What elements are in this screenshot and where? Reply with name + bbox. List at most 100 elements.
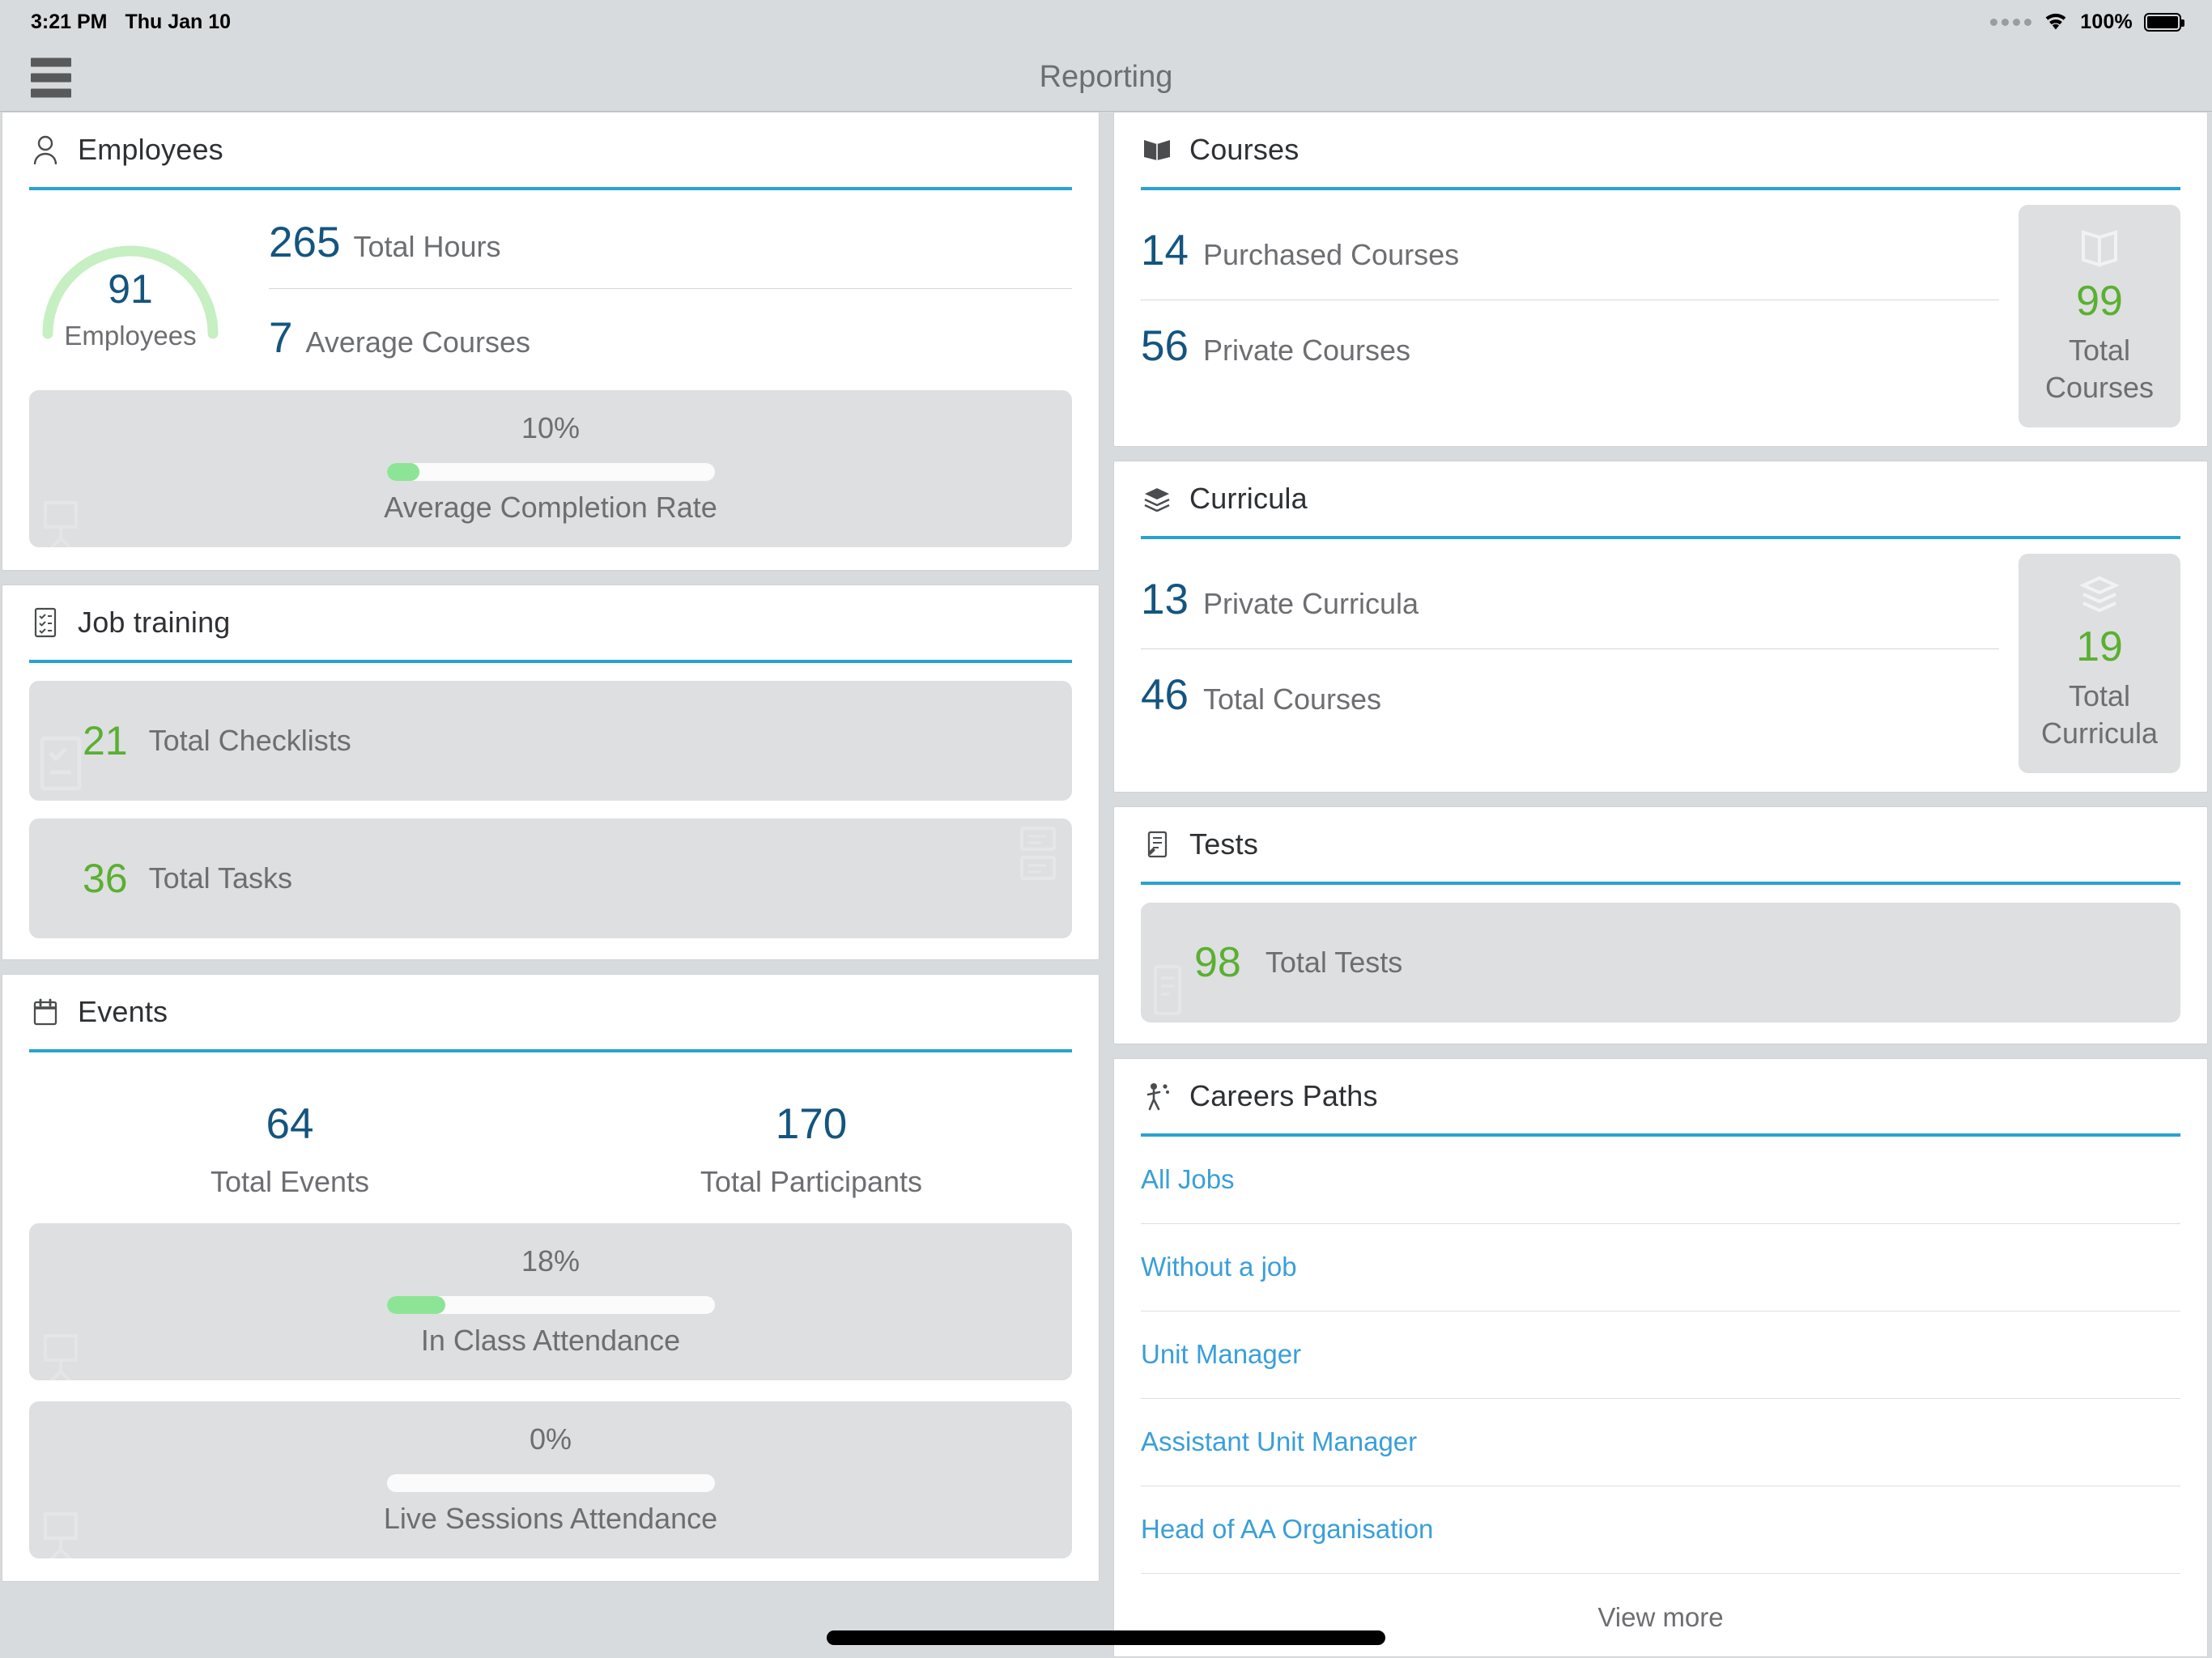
tile-label: Total Tasks	[148, 861, 293, 895]
progress-percent: 18%	[521, 1244, 581, 1278]
employees-gauge: 91 Employees	[29, 210, 232, 369]
right-column: Courses 14 Purchased Courses 56 Private …	[1113, 112, 2208, 1657]
tests-card-header: Tests	[1141, 807, 2180, 885]
total-tasks-tile: 36 Total Tasks	[29, 818, 1072, 938]
job-training-card-title: Job training	[78, 606, 231, 639]
total-participants-stat: 170 Total Participants	[551, 1099, 1072, 1199]
total-label-line2: Courses	[2044, 371, 2155, 405]
tests-card: Tests 98 Total Tests	[1113, 806, 2208, 1044]
employees-body: 91 Employees 265 Total Hours 7 Average C…	[29, 190, 1072, 377]
total-courses-row: 46 Total Courses	[1141, 649, 1999, 744]
employees-card: Employees 91 Employees 265 Total Hours 7…	[2, 112, 1100, 571]
stat-value: 56	[1141, 322, 1189, 370]
stat-label: Total Events	[210, 1165, 370, 1198]
tile-value: 98	[1194, 938, 1241, 986]
book-watermark-icon	[2075, 223, 2124, 277]
total-curricula-tile: 19 Total Curricula	[2018, 553, 2180, 774]
courses-card-header: Courses	[1141, 113, 2180, 190]
progress-percent: 10%	[521, 411, 581, 444]
stat-row-total-hours: 265 Total Hours	[269, 210, 1072, 289]
tile-label: Total Tests	[1265, 945, 1403, 979]
progress-caption: Live Sessions Attendance	[383, 1502, 718, 1535]
courses-body: 14 Purchased Courses 56 Private Courses	[1141, 190, 2180, 446]
layers-watermark-icon	[2076, 572, 2123, 623]
events-card-title: Events	[78, 995, 168, 1028]
home-indicator[interactable]	[0, 1630, 2212, 1645]
career-path-item[interactable]: Without a job	[1141, 1224, 2180, 1312]
layers-icon	[1141, 483, 1173, 515]
career-path-label: Without a job	[1141, 1252, 1297, 1282]
hamburger-menu-icon[interactable]	[31, 57, 71, 97]
job-training-body: 21 Total Checklists 36 Total Tasks	[29, 663, 1072, 959]
wifi-icon	[2043, 12, 2069, 32]
tests-card-title: Tests	[1189, 827, 1259, 861]
app-root: 3:21 PM Thu Jan 10 100% Reporting Employ…	[0, 0, 2212, 1658]
career-path-label: Assistant Unit Manager	[1141, 1426, 1418, 1457]
total-value: 99	[2076, 278, 2123, 325]
career-path-label: All Jobs	[1141, 1164, 1235, 1195]
career-path-label: Unit Manager	[1141, 1339, 1302, 1370]
stat-row-average-courses: 7 Average Courses	[269, 289, 1072, 369]
events-stats: 64 Total Events 170 Total Participants	[29, 1052, 1072, 1223]
total-label-line1: Total	[2068, 678, 2131, 712]
careers-paths-card-title: Careers Paths	[1189, 1078, 1378, 1112]
battery-percent: 100%	[2080, 10, 2133, 33]
progress-caption: In Class Attendance	[420, 1324, 681, 1357]
dashboard-content: Employees 91 Employees 265 Total Hours 7…	[0, 112, 2212, 1657]
courses-card-title: Courses	[1189, 133, 1300, 166]
stat-label: Private Curricula	[1202, 586, 1419, 620]
curricula-card-header: Curricula	[1141, 461, 2180, 539]
careers-paths-card: Careers Paths All Jobs Without a job Uni…	[1113, 1057, 2208, 1657]
stat-value: 64	[266, 1100, 314, 1148]
total-label-line1: Total	[2068, 334, 2131, 367]
events-card: Events 64 Total Events 170 Total Partici…	[2, 974, 1100, 1582]
events-progress-bars: 18% In Class Attendance 0% Live Sessions…	[29, 1223, 1072, 1581]
progress-percent: 0%	[529, 1422, 572, 1456]
stat-value: 170	[775, 1100, 848, 1148]
tasks-watermark-icon	[1015, 822, 1066, 895]
tile-value: 21	[83, 718, 128, 763]
progress-caption: Average Completion Rate	[384, 491, 717, 524]
career-path-item[interactable]: Assistant Unit Manager	[1141, 1399, 2180, 1486]
progress-bar	[386, 463, 715, 481]
courses-card: Courses 14 Purchased Courses 56 Private …	[1113, 112, 2208, 447]
stat-label: Purchased Courses	[1202, 238, 1460, 271]
stat-label: Private Courses	[1202, 334, 1411, 367]
job-training-card: Job training 21 Total Checklists 36 Tota…	[2, 585, 1100, 960]
stat-value: 13	[1141, 575, 1189, 623]
calendar-icon	[29, 996, 62, 1028]
gauge-value: 91	[108, 266, 153, 312]
career-path-item[interactable]: All Jobs	[1141, 1137, 2180, 1224]
progress-bar	[386, 1474, 715, 1492]
careers-paths-list: All Jobs Without a job Unit Manager Assi…	[1141, 1137, 2180, 1656]
job-training-card-header: Job training	[29, 585, 1072, 663]
stat-value: 46	[1141, 670, 1189, 719]
test-watermark-icon	[1146, 957, 1191, 1022]
total-checklists-tile: 21 Total Checklists	[29, 681, 1072, 801]
test-paper-icon	[1141, 828, 1173, 861]
status-bar: 3:21 PM Thu Jan 10 100%	[0, 0, 2212, 44]
employees-card-header: Employees	[29, 113, 1072, 190]
tile-label: Total Checklists	[148, 724, 351, 757]
career-path-item[interactable]: Head of AA Organisation	[1141, 1486, 2180, 1574]
stat-label: Average Courses	[305, 325, 530, 359]
private-courses-row: 56 Private Courses	[1141, 300, 1999, 395]
status-time: 3:21 PM	[31, 10, 108, 33]
stat-label: Total Courses	[1202, 682, 1382, 716]
private-curricula-row: 13 Private Curricula	[1141, 554, 1999, 649]
curricula-card-title: Curricula	[1189, 481, 1308, 515]
total-courses-tile: 99 Total Courses	[2018, 205, 2180, 428]
page-title: Reporting	[1039, 60, 1173, 94]
tile-value: 36	[83, 856, 128, 901]
career-path-item[interactable]: Unit Manager	[1141, 1312, 2180, 1399]
in-class-attendance-tile: 18% In Class Attendance	[29, 1223, 1072, 1380]
signal-dots-icon	[1990, 18, 2032, 26]
person-icon	[29, 134, 62, 166]
total-tests-tile: 98 Total Tests	[1141, 902, 2180, 1022]
stat-label: Total Hours	[353, 230, 501, 263]
checklist-icon	[29, 606, 62, 639]
total-value: 19	[2076, 623, 2123, 670]
live-sessions-attendance-tile: 0% Live Sessions Attendance	[29, 1401, 1072, 1558]
curricula-body: 13 Private Curricula 46 Total Courses 19…	[1141, 539, 2180, 792]
employees-stats: 265 Total Hours 7 Average Courses	[232, 210, 1072, 369]
